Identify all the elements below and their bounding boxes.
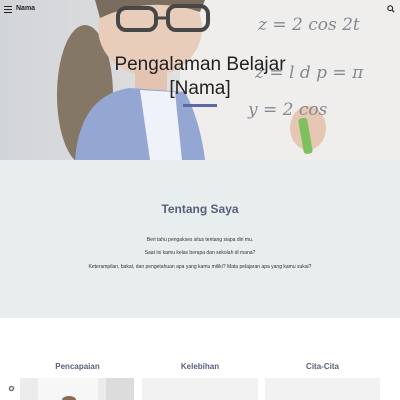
pencapaian-photo <box>20 378 134 400</box>
about-section: Tentang Saya Beri tahu pengakses situs t… <box>0 160 400 318</box>
section-title-cita-cita: Cita-Cita <box>306 362 339 371</box>
about-text-line2: Saat ini kamu kelas berapa dan sekolah d… <box>144 250 256 256</box>
kelebihan-image <box>142 378 258 400</box>
site-name[interactable]: Nama <box>16 5 35 12</box>
hero-banner: z = 2 cos 2t z = l d p = π y = 2 cos Nam… <box>0 0 400 160</box>
section-title-pencapaian: Pencapaian <box>55 362 100 371</box>
hero-title-line2: [Nama] <box>169 78 231 99</box>
about-heading: Tentang Saya <box>161 202 239 216</box>
pencapaian-image <box>20 378 134 400</box>
search-icon[interactable] <box>387 5 395 13</box>
hero-title-line1: Pengalaman Belajar <box>114 54 286 75</box>
section-title-kelebihan: Kelebihan <box>180 362 220 371</box>
settings-icon[interactable] <box>8 385 15 392</box>
menu-icon[interactable] <box>4 6 12 13</box>
about-text-line3: Keterampilan, bakat, dan pengetahuan apa… <box>88 264 312 270</box>
top-bar: Nama <box>0 0 400 20</box>
hero-title-underline <box>183 104 217 107</box>
cita-cita-image <box>265 378 380 400</box>
about-text-line1: Beri tahu pengakses situs tentang siapa … <box>146 237 254 243</box>
